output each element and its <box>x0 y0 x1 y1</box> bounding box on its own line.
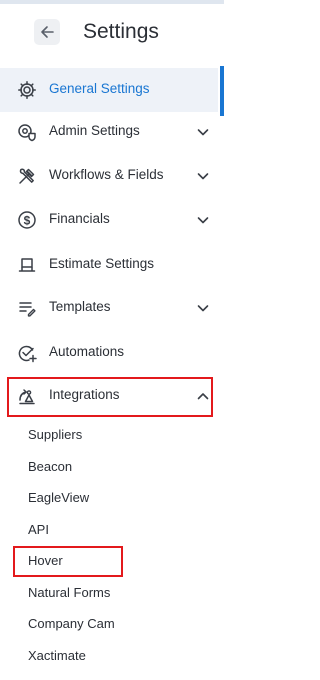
chevron-down-icon[interactable] <box>196 169 210 183</box>
sidebar-item-label: Admin Settings <box>49 123 140 138</box>
integrations-icon <box>16 385 38 407</box>
sidebar-item-label: Templates <box>49 299 111 314</box>
templates-icon <box>16 297 38 319</box>
sidebar-item-estimate-settings[interactable]: Estimate Settings <box>0 243 218 287</box>
submenu-item-beacon[interactable]: Beacon <box>28 459 72 474</box>
sidebar-item-label: Workflows & Fields <box>49 167 164 182</box>
chevron-down-icon[interactable] <box>196 125 210 139</box>
sidebar-item-label: General Settings <box>49 81 150 96</box>
chevron-down-icon[interactable] <box>196 213 210 227</box>
back-button[interactable] <box>34 19 60 45</box>
submenu-item-hover[interactable]: Hover <box>28 553 63 568</box>
gear-icon <box>16 79 38 101</box>
sidebar-item-label: Integrations <box>49 387 120 402</box>
sidebar-item-label: Estimate Settings <box>49 256 155 271</box>
sidebar-item-automations[interactable]: Automations <box>0 331 218 375</box>
arrow-left-icon <box>41 26 54 38</box>
submenu-item-suppliers[interactable]: Suppliers <box>28 427 82 442</box>
chevron-up-icon[interactable] <box>196 389 210 403</box>
sidebar-item-label: Automations <box>49 344 125 359</box>
submenu-item-company-cam[interactable]: Company Cam <box>28 616 115 631</box>
estimate-icon <box>16 254 38 276</box>
sidebar-item-integrations[interactable]: Integrations <box>0 374 218 418</box>
sidebar-item-admin-settings[interactable]: Admin Settings <box>0 110 218 154</box>
submenu-item-eagleview[interactable]: EagleView <box>28 490 89 505</box>
sidebar-item-workflows-fields[interactable]: Workflows & Fields <box>0 154 218 198</box>
sidebar-item-financials[interactable]: $ Financials <box>0 198 218 242</box>
automation-check-icon <box>16 342 38 364</box>
dollar-circle-icon: $ <box>16 209 38 231</box>
scrollbar-thumb[interactable] <box>220 66 224 116</box>
settings-sidebar: General Settings Admin Settings Workflow… <box>0 62 224 680</box>
submenu-item-api[interactable]: API <box>28 522 49 537</box>
submenu-item-xactimate[interactable]: Xactimate <box>28 648 86 663</box>
sidebar-item-label: Financials <box>49 211 110 226</box>
page-title: Settings <box>83 20 159 43</box>
submenu-item-natural-forms[interactable]: Natural Forms <box>28 585 110 600</box>
sidebar-item-templates[interactable]: Templates <box>0 286 218 330</box>
sidebar-item-general-settings[interactable]: General Settings <box>0 68 218 112</box>
tools-icon <box>16 165 38 187</box>
settings-header: Settings <box>0 4 224 62</box>
svg-text:$: $ <box>24 213 31 227</box>
chevron-down-icon[interactable] <box>196 301 210 315</box>
admin-gear-shield-icon <box>16 121 38 143</box>
